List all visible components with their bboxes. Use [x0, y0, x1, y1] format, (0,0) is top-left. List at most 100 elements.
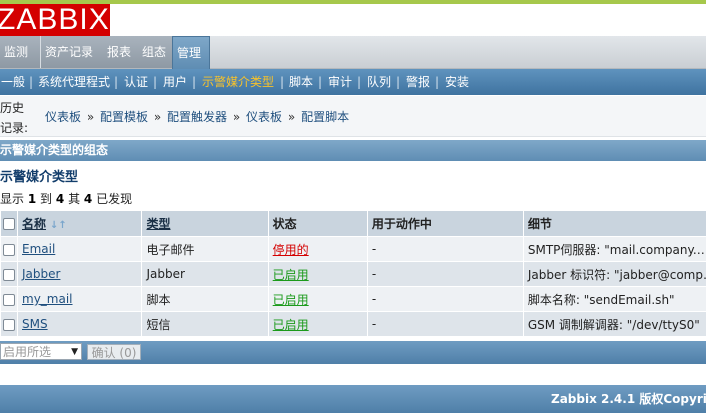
confirm-button[interactable]: 确认 (0) [87, 344, 141, 360]
cell-actions: - [366, 236, 524, 262]
history-link-dashboard-2[interactable]: 仪表板 [246, 110, 282, 124]
section-title: 示警媒介类型 [0, 170, 79, 185]
cell-name: SMS [16, 311, 143, 337]
status-toggle-link[interactable]: 已启用 [273, 293, 309, 307]
table-row: Jabber Jabber 已启用 - Jabber 标识符: "jabber@… [0, 261, 706, 287]
submenu-scripts[interactable]: 脚本 [289, 69, 313, 95]
cell-details: SMTP伺服器: "mail.company.… [522, 236, 706, 262]
found-to: 4 [55, 192, 65, 206]
dropdown-arrow-icon: ▼ [71, 347, 78, 357]
submenu-installation[interactable]: 安装 [445, 69, 469, 95]
found-count: 显示 1 到 4 其 4 已发现 [0, 190, 132, 207]
cell-actions: - [366, 286, 524, 312]
column-status: 状态 [267, 210, 368, 237]
select-all-checkbox[interactable] [3, 218, 15, 230]
cell-actions: - [366, 311, 524, 337]
main-menu: 监测中 资产记录 报表 组态 管理 [0, 36, 706, 91]
sort-by-type[interactable]: 类型 [146, 217, 170, 231]
bulk-action-select[interactable]: 启用所选 ▼ [0, 343, 82, 360]
menu-reports[interactable]: 报表 [103, 36, 139, 68]
submenu-authentication[interactable]: 认证 [124, 69, 148, 95]
table-row: my_mail 脚本 已启用 - 脚本名称: "sendEmail.sh" [0, 286, 706, 312]
found-suffix: 已发现 [96, 192, 133, 206]
cell-status: 已启用 [267, 311, 368, 337]
submenu-media-types[interactable]: 示警媒介类型 [202, 69, 274, 95]
row-select-cell [0, 261, 18, 287]
status-toggle-link[interactable]: 停用的 [273, 243, 309, 257]
footer-copyright: Zabbix 2.4.1 版权Copyright [551, 392, 706, 406]
cell-actions: - [366, 261, 524, 287]
row-checkbox[interactable] [3, 318, 15, 331]
breadcrumb-separator: » [153, 110, 162, 124]
sort-ascending-icon: ↓↑ [50, 220, 67, 231]
submenu-audit[interactable]: 审计 [328, 69, 352, 95]
submenu-separator: | [396, 75, 401, 89]
cell-type: 电子邮件 [141, 236, 269, 262]
column-type: 类型 [141, 210, 269, 237]
row-select-cell [0, 286, 18, 312]
history-link-scripts[interactable]: 配置脚本 [301, 110, 349, 124]
cell-name: Email [16, 236, 143, 262]
bulk-action-value: 启用所选 [3, 345, 52, 359]
submenu-general[interactable]: 一般 [1, 69, 25, 95]
cell-details: Jabber 标识符: "jabber@comp… [522, 261, 706, 287]
submenu-separator: | [153, 75, 158, 89]
sub-menu: 一般 | 系统代理程式 | 认证 | 用户 | 示警媒介类型 | 脚本 | 审计… [0, 69, 706, 95]
cell-type: 短信 [141, 311, 269, 337]
logo-text: ZABBIX [0, 4, 110, 36]
bulk-actions-bar: 启用所选 ▼ 确认 (0) [0, 341, 706, 364]
media-name-link[interactable]: my_mail [22, 292, 73, 306]
config-header: 示警媒介类型的组态 [0, 140, 706, 161]
submenu-separator: | [435, 75, 440, 89]
media-name-link[interactable]: SMS [22, 317, 48, 331]
found-of-word: 其 [68, 192, 81, 206]
submenu-proxies[interactable]: 系统代理程式 [38, 69, 110, 95]
cell-status: 已启用 [267, 286, 368, 312]
found-from: 1 [27, 192, 37, 206]
cell-type: Jabber [141, 261, 269, 287]
status-toggle-link[interactable]: 已启用 [273, 318, 309, 332]
menu-inventory[interactable]: 资产记录 [41, 36, 105, 68]
menu-configuration[interactable]: 组态 [138, 36, 175, 68]
menu-monitoring[interactable]: 监测中 [0, 36, 41, 91]
table-row: SMS 短信 已启用 - GSM 调制解调器: "/dev/ttyS0" [0, 311, 706, 337]
submenu-queue[interactable]: 队列 [367, 69, 391, 95]
cell-type: 脚本 [141, 286, 269, 312]
row-checkbox[interactable] [3, 293, 15, 306]
select-all-cell [0, 210, 18, 237]
row-select-cell [0, 311, 18, 337]
sort-by-name[interactable]: 名称 [22, 217, 46, 231]
table-row: Email 电子邮件 停用的 - SMTP伺服器: "mail.company.… [0, 236, 706, 262]
submenu-separator: | [114, 75, 119, 89]
table-header-row: 名称 ↓↑ 类型 状态 用于动作中 细节 [0, 210, 706, 237]
media-name-link[interactable]: Jabber [22, 267, 60, 281]
breadcrumb-separator: » [86, 110, 95, 124]
submenu-separator: | [318, 75, 323, 89]
row-checkbox[interactable] [3, 243, 15, 256]
submenu-separator: | [192, 75, 197, 89]
submenu-separator: | [280, 75, 285, 89]
history-link-dashboard[interactable]: 仪表板 [45, 110, 81, 124]
column-details: 细节 [522, 210, 706, 237]
found-prefix: 显示 [0, 192, 25, 206]
cell-name: my_mail [16, 286, 143, 312]
cell-status: 已启用 [267, 261, 368, 287]
history-label: 历史记录: [0, 101, 29, 135]
history-link-templates[interactable]: 配置模板 [100, 110, 148, 124]
history-link-triggers[interactable]: 配置触发器 [167, 110, 227, 124]
footer: Zabbix 2.4.1 版权Copyright [0, 385, 706, 413]
submenu-separator: | [357, 75, 362, 89]
status-toggle-link[interactable]: 已启用 [273, 268, 309, 282]
submenu-alerts[interactable]: 警报 [406, 69, 430, 95]
zabbix-logo[interactable]: ZABBIX [0, 4, 110, 36]
row-checkbox[interactable] [3, 268, 15, 281]
cell-status: 停用的 [267, 236, 368, 262]
history-bar: 历史记录: 仪表板 » 配置模板 » 配置触发器 » 仪表板 » 配置脚本 [0, 96, 706, 137]
column-used-in-actions: 用于动作中 [366, 210, 524, 237]
menu-administration[interactable]: 管理 [172, 36, 210, 70]
cell-details: GSM 调制解调器: "/dev/ttyS0" [522, 311, 706, 337]
media-name-link[interactable]: Email [22, 242, 55, 256]
cell-name: Jabber [16, 261, 143, 287]
media-types-table: 名称 ↓↑ 类型 状态 用于动作中 细节 Email 电子邮件 停用的 - SMT… [0, 210, 706, 337]
submenu-users[interactable]: 用户 [163, 69, 187, 95]
